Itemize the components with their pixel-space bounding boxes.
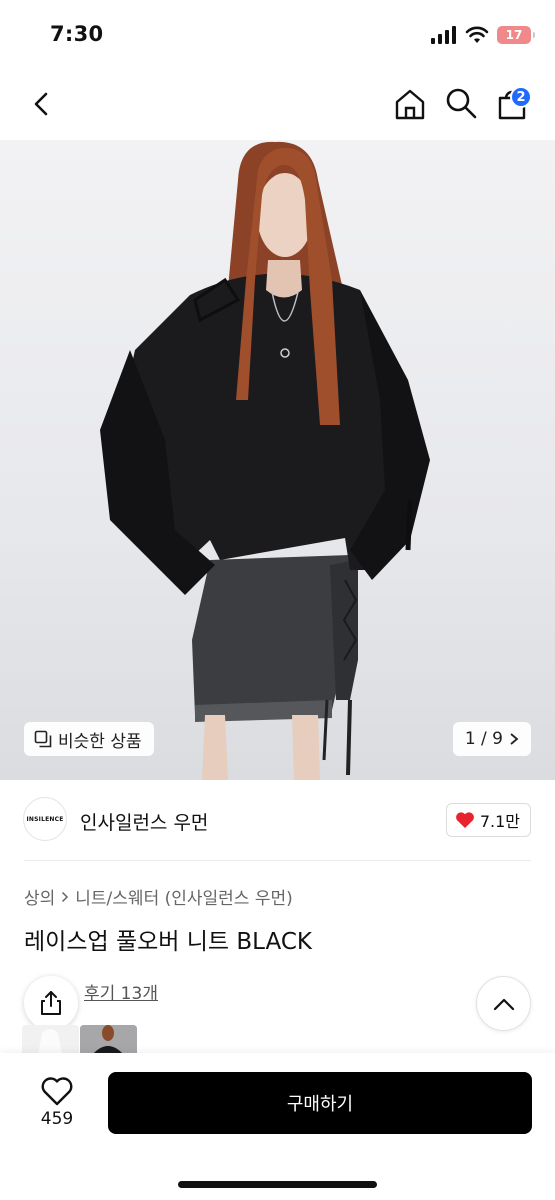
- chevron-up-icon: [493, 998, 514, 1010]
- product-photo: [100, 141, 430, 780]
- search-icon[interactable]: [444, 86, 478, 120]
- signal-icon: [431, 26, 456, 44]
- status-icons: 17: [431, 24, 535, 46]
- scroll-to-top-button[interactable]: [476, 976, 531, 1031]
- breadcrumb-category[interactable]: 상의: [24, 884, 55, 909]
- battery-level: 17: [505, 28, 523, 42]
- chevron-right-icon: [510, 733, 519, 745]
- status-time: 7:30: [50, 22, 104, 46]
- buy-button-label: 구매하기: [286, 1094, 354, 1115]
- image-page-text: 1 / 9: [464, 729, 503, 749]
- home-indicator: [178, 1181, 377, 1188]
- brand-like-button[interactable]: 7.1만: [445, 803, 531, 837]
- product-title: 레이스업 풀오버 니트 BLACK: [24, 929, 312, 955]
- share-icon: [41, 991, 61, 1015]
- similar-products-label: 비슷한 상품: [58, 731, 142, 752]
- brand-like-count: 7.1만: [479, 812, 520, 831]
- breadcrumb: 상의 니트/스웨터 (인사일런스 우먼): [24, 884, 293, 909]
- share-button[interactable]: [24, 976, 78, 1030]
- brand-logo[interactable]: INSILENCE: [23, 797, 67, 841]
- heart-filled-icon: [455, 812, 474, 828]
- thumbnail-image: [22, 1025, 79, 1055]
- review-count-link[interactable]: 후기 13개: [84, 979, 158, 1004]
- brand-row[interactable]: INSILENCE 인사일런스 우먼 7.1만: [0, 795, 555, 845]
- similar-items-icon: [34, 730, 52, 748]
- similar-products-button[interactable]: 비슷한 상품: [24, 722, 154, 756]
- chevron-right-icon: [62, 891, 69, 902]
- product-thumbnail[interactable]: [22, 1025, 79, 1055]
- status-bar: 7:30 17: [0, 0, 555, 70]
- image-page-indicator[interactable]: 1 / 9: [452, 722, 531, 756]
- heart-outline-icon[interactable]: [40, 1075, 74, 1107]
- wifi-icon: [465, 26, 489, 43]
- buy-button[interactable]: 구매하기: [108, 1072, 532, 1134]
- breadcrumb-subcategory[interactable]: 니트/스웨터 (인사일런스 우먼): [75, 884, 292, 909]
- brand-name[interactable]: 인사일런스 우먼: [80, 808, 208, 835]
- top-nav: [0, 78, 555, 134]
- product-thumbnail[interactable]: [80, 1025, 137, 1055]
- back-arrow-icon[interactable]: [26, 88, 58, 120]
- thumbnail-image: [80, 1025, 137, 1055]
- home-icon[interactable]: [392, 86, 428, 122]
- cart-badge: 2: [510, 86, 532, 108]
- product-image-carousel[interactable]: 비슷한 상품 1 / 9: [0, 140, 555, 780]
- bottom-purchase-bar: 459 구매하기: [0, 1053, 555, 1200]
- wish-count: 459: [40, 1109, 74, 1129]
- divider: [24, 860, 531, 861]
- battery-icon: 17: [497, 26, 535, 44]
- brand-logo-text: INSILENCE: [26, 815, 64, 823]
